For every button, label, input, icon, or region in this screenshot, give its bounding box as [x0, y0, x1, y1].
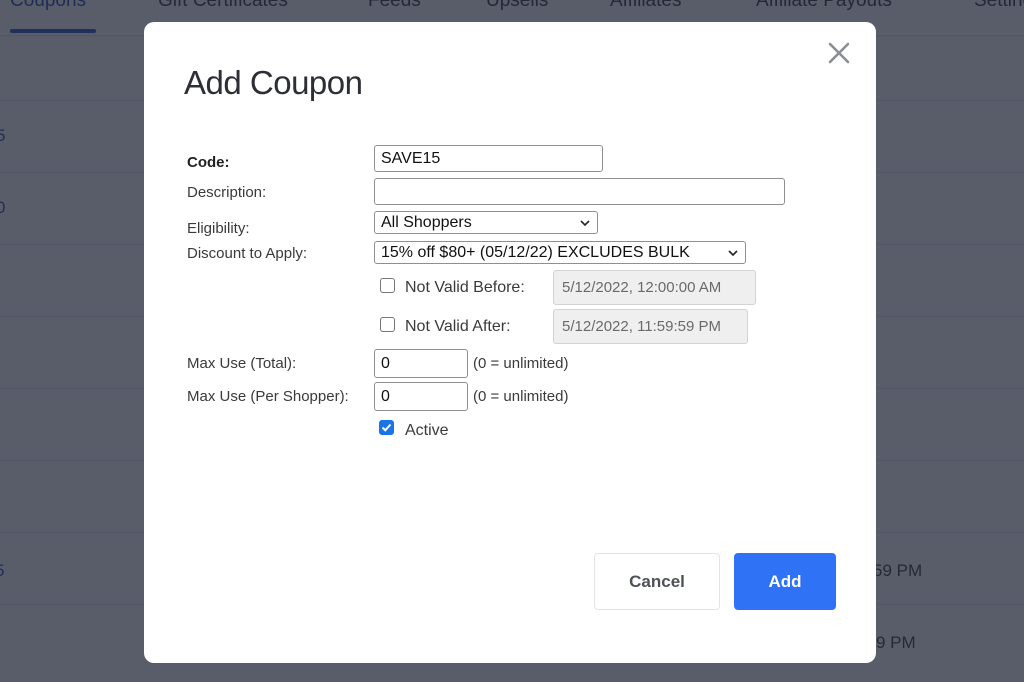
eligibility-select[interactable]: All Shoppers [374, 211, 598, 234]
chevron-down-icon [728, 249, 738, 256]
max-use-per-shopper-label: Max Use (Per Shopper): [187, 388, 349, 405]
add-button[interactable]: Add [734, 553, 836, 610]
active-checkbox[interactable] [379, 420, 394, 435]
not-valid-after-input[interactable] [553, 309, 748, 344]
description-label: Description: [187, 184, 267, 201]
checkmark-icon [381, 423, 392, 432]
code-input[interactable] [374, 145, 603, 172]
close-button[interactable] [824, 38, 854, 68]
not-valid-before-label: Not Valid Before: [405, 279, 525, 296]
chevron-down-icon [580, 219, 590, 226]
max-use-total-label: Max Use (Total): [187, 355, 297, 372]
discount-selected-value: 15% off $80+ (05/12/22) EXCLUDES BULK [381, 243, 690, 261]
not-valid-before-checkbox[interactable] [380, 278, 395, 293]
not-valid-after-label: Not Valid After: [405, 318, 511, 335]
not-valid-after-checkbox[interactable] [380, 317, 395, 332]
cancel-button[interactable]: Cancel [594, 553, 720, 610]
eligibility-selected-value: All Shoppers [381, 213, 472, 231]
close-icon [828, 42, 850, 64]
max-use-per-shopper-hint: (0 = unlimited) [473, 388, 569, 405]
max-use-per-shopper-input[interactable] [374, 382, 468, 411]
add-coupon-dialog: Add Coupon Code: Description: Eligibilit… [144, 22, 876, 663]
code-label: Code: [187, 154, 230, 171]
description-input[interactable] [374, 178, 785, 205]
eligibility-label: Eligibility: [187, 220, 250, 237]
active-label: Active [405, 422, 449, 439]
max-use-total-hint: (0 = unlimited) [473, 355, 569, 372]
discount-label: Discount to Apply: [187, 245, 308, 262]
max-use-total-input[interactable] [374, 349, 468, 378]
discount-select[interactable]: 15% off $80+ (05/12/22) EXCLUDES BULK [374, 241, 746, 264]
dialog-title: Add Coupon [184, 64, 363, 101]
not-valid-before-input[interactable] [553, 270, 756, 305]
